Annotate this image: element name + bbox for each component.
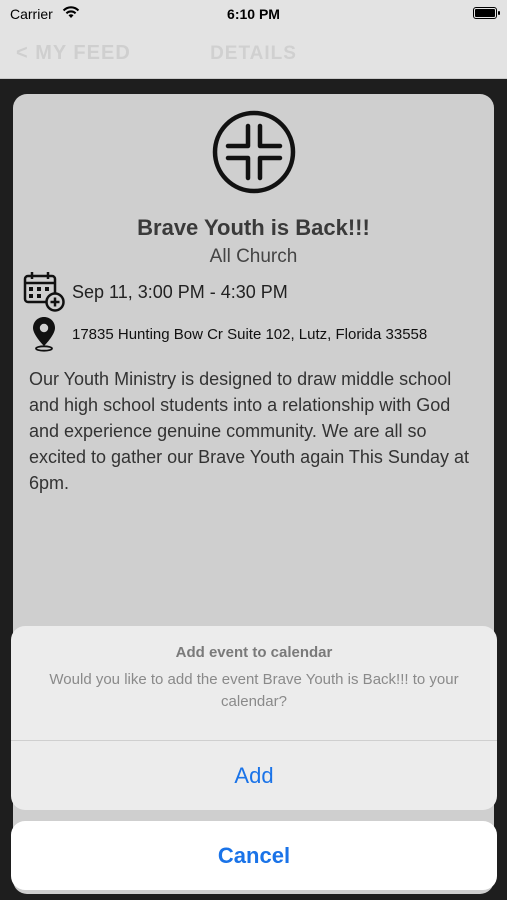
status-bar: Carrier 6:10 PM xyxy=(0,0,507,28)
event-address[interactable]: 17835 Hunting Bow Cr Suite 102, Lutz, Fl… xyxy=(72,326,427,343)
battery-icon xyxy=(473,7,500,19)
nav-title: DETAILS xyxy=(210,43,297,64)
add-button[interactable]: Add xyxy=(11,741,497,810)
event-description: Our Youth Ministry is designed to draw m… xyxy=(29,369,469,493)
clock-time: 6:10 PM xyxy=(227,6,280,22)
dialog-message: Would you like to add the event Brave Yo… xyxy=(49,671,459,710)
church-cross-logo xyxy=(212,110,296,194)
dialog-title: Add event to calendar xyxy=(175,644,333,661)
location-pin-icon xyxy=(33,317,55,352)
cancel-button[interactable]: Cancel xyxy=(11,821,497,890)
event-title: Brave Youth is Back!!! xyxy=(137,215,370,240)
calendar-action-sheet: Add event to calendar Would you like to … xyxy=(11,626,497,810)
event-date-time: Sep 11, 3:00 PM - 4:30 PM xyxy=(72,282,288,302)
calendar-add-icon[interactable] xyxy=(23,270,65,312)
event-audience: All Church xyxy=(209,246,298,267)
navigation-bar: < MY FEED DETAILS xyxy=(0,28,507,79)
